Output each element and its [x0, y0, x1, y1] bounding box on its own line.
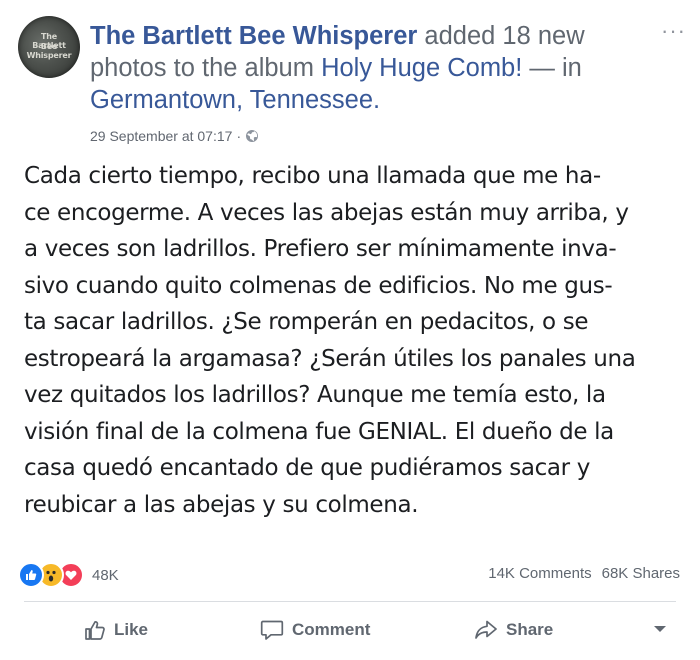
share-button[interactable]: Share [474, 602, 553, 658]
post-body: Cada cierto tiempo, recibo una llamada q… [24, 158, 692, 523]
post-body-line: Cada cierto tiempo, recibo una llamada q… [24, 163, 601, 189]
post-action-bar: Like Comment Share [0, 602, 700, 660]
reaction-count[interactable]: 48K [92, 567, 119, 584]
post-header: The Bartlett Bee Whisperer added 18 new … [90, 20, 650, 116]
globe-icon[interactable] [245, 129, 259, 143]
meta-separator: · [236, 128, 242, 144]
post-body-line: sivo cuando quito colmenas de edificios.… [24, 272, 613, 299]
comments-count-link[interactable]: 14K Comments [488, 565, 591, 582]
like-label: Like [114, 620, 149, 639]
post-body-line: ce encogerme. A veces las abejas están m… [24, 199, 629, 226]
album-link[interactable]: Holy Huge Comb! [321, 54, 522, 82]
post-body-line: ta sacar ladrillos. ¿Se romperán en peda… [24, 309, 589, 335]
post-body-line: vez quitados los ladrillos? Aunque me te… [24, 382, 606, 408]
reactions-summary[interactable]: 48K [18, 562, 119, 588]
share-arrow-icon [474, 619, 498, 641]
comment-button[interactable]: Comment [260, 602, 370, 658]
post-body-line: reubicar a las abejas y su colmena. [24, 491, 419, 518]
share-label: Share [506, 620, 554, 639]
page-avatar[interactable]: The Bartlett Bee Whisperer [18, 16, 80, 78]
post-body-line: estropeará la argamasa? ¿Serán útiles lo… [24, 345, 636, 372]
post-body-line: a veces son ladrillos. Prefiero ser míni… [24, 236, 617, 262]
chevron-down-icon[interactable] [654, 626, 666, 632]
comment-icon [260, 619, 284, 641]
shares-count-link[interactable]: 68K Shares [602, 565, 680, 582]
thumbs-up-icon [84, 619, 106, 641]
avatar-rim [18, 16, 80, 78]
comment-label: Comment [292, 620, 371, 639]
post-meta: 29 September at 07:17 · [90, 128, 259, 144]
more-options-button[interactable]: ··· [661, 18, 686, 44]
like-button[interactable]: Like [84, 602, 148, 658]
post-timestamp[interactable]: 29 September at 07:17 [90, 128, 232, 144]
location-end: . [373, 86, 381, 114]
location-link[interactable]: Germantown, Tennessee [90, 86, 373, 114]
post-body-line: visión final de la colmena fue GENIAL. E… [24, 418, 614, 445]
location-separator: — in [522, 54, 582, 82]
engagement-stats: 14K Comments 68K Shares [488, 565, 680, 582]
like-reaction-icon [18, 562, 44, 588]
post-card: The Bartlett Bee Whisperer The Bartlett … [0, 0, 700, 660]
post-body-line: casa quedó encantado de que pudiéramos s… [24, 455, 591, 481]
page-name-link[interactable]: The Bartlett Bee Whisperer [90, 22, 417, 50]
